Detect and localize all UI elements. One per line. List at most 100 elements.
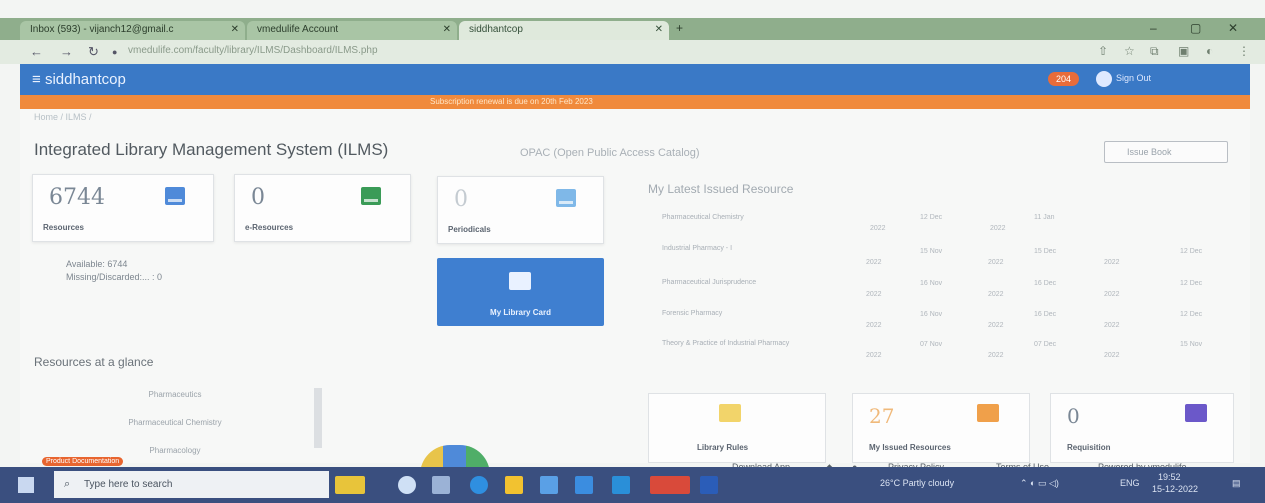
maximize-icon[interactable]: ▢ [1190,21,1201,35]
tab-inbox[interactable]: Inbox (593) - vijanch12@gmail.c ✕ [20,21,245,40]
return-year: 2022 [1104,352,1120,359]
return-date: 12 Dec [1180,280,1203,287]
resources-label: Resources [43,223,84,232]
clock-date[interactable]: 15-12-2022 [1152,484,1198,494]
task-view-icon[interactable] [432,476,450,494]
issued-icon [977,404,999,422]
sign-out-link[interactable]: Sign Out [1116,73,1151,83]
issued-count: 27 [869,404,895,428]
due-year: 2022 [988,259,1004,266]
address-bar: ← → ↻ ● vmedulife.com/faculty/library/IL… [0,40,1265,64]
glance-item[interactable]: Pharmaceutical Chemistry [100,418,250,427]
windows-icon[interactable] [18,477,34,493]
store-icon[interactable] [540,476,558,494]
due-date: 11 Jan [1034,214,1055,221]
issue-year: 2022 [866,322,882,329]
due-year: 2022 [990,225,1006,232]
cortana-icon[interactable] [398,476,416,494]
product-documentation-tag[interactable]: Product Documentation [42,457,124,466]
issue-year: 2022 [866,352,882,359]
resource-name[interactable]: Pharmaceutical Chemistry [662,214,744,221]
opac-link[interactable]: OPAC (Open Public Access Catalog) [520,147,700,159]
library-rules-card[interactable]: Library Rules [648,393,826,463]
weather-status[interactable]: 26°C Partly cloudy [880,478,954,488]
issue-year: 2022 [870,225,886,232]
url-field[interactable]: vmedulife.com/faculty/library/ILMS/Dashb… [128,45,378,56]
close-icon[interactable]: ✕ [443,24,451,35]
breadcrumb[interactable]: Home / ILMS / [34,112,92,122]
issued-label: My Issued Resources [869,443,951,452]
share-icon[interactable]: ⇧ [1098,44,1108,58]
forward-icon[interactable]: → [60,44,73,59]
star-icon[interactable]: ☆ [1124,44,1135,58]
ebook-icon [361,187,381,205]
resource-name[interactable]: Industrial Pharmacy - I [662,245,732,252]
lock-icon: ● [112,47,118,57]
app-icon[interactable] [612,476,630,494]
journal-icon [556,189,576,207]
avatar[interactable] [1096,71,1112,87]
sidebar-icon[interactable]: ▣ [1178,44,1189,58]
taskbar: ⌕ Type here to search 26°C Partly cloudy… [0,467,1265,503]
due-date: 07 Dec [1034,341,1057,348]
issue-date: 15 Nov [920,248,943,255]
taskbar-search[interactable]: ⌕ Type here to search [54,471,329,498]
page-title: Integrated Library Management System (IL… [34,140,389,159]
periodicals-count: 0 [454,187,468,212]
resources-card[interactable]: 6744 Resources [32,174,214,242]
scrollbar[interactable] [314,388,322,448]
screen: Inbox (593) - vijanch12@gmail.c ✕ vmedul… [0,0,1265,503]
available-count: Available: 6744 [66,259,128,269]
word-icon[interactable] [700,476,718,494]
issue-book-button[interactable]: Issue Book [1104,141,1228,163]
due-year: 2022 [988,352,1004,359]
glance-item[interactable]: Pharmaceutics [100,390,250,399]
issue-year: 2022 [866,259,882,266]
return-year: 2022 [1104,291,1120,298]
reload-icon[interactable]: ↻ [88,44,99,60]
return-year: 2022 [1104,322,1120,329]
glance-item[interactable]: Pharmacology [100,446,250,455]
mail-icon[interactable] [575,476,593,494]
periodicals-card[interactable]: 0 Periodicals [437,176,604,244]
profile-icon[interactable]: ◐ [1206,44,1213,58]
new-tab-icon[interactable]: + [676,21,683,35]
requisition-card[interactable]: 0 Requisition [1050,393,1234,463]
notification-badge[interactable]: 204 [1048,72,1080,86]
due-date: 16 Dec [1034,280,1057,287]
rules-icon [719,404,741,422]
resource-name[interactable]: Theory & Practice of Industrial Pharmacy [662,340,822,347]
tab-siddhantcop[interactable]: siddhantcop ✕ [459,21,669,40]
extension-icon[interactable]: ⧉ [1150,44,1159,59]
my-library-card-button[interactable]: My Library Card [437,258,604,326]
e-resources-card[interactable]: 0 e-Resources [234,174,411,242]
menu-icon[interactable]: ⋮ [1238,44,1250,58]
edge-icon[interactable] [470,476,488,494]
back-icon[interactable]: ← [30,44,43,59]
close-icon[interactable]: ✕ [655,24,663,35]
file-explorer-icon[interactable] [505,476,523,494]
language[interactable]: ENG [1120,478,1140,488]
minimize-icon[interactable]: – [1150,21,1157,35]
weather-widget-icon[interactable] [335,476,365,494]
resource-name[interactable]: Forensic Pharmacy [662,310,722,317]
notification-icon[interactable]: ▤ [1232,478,1241,489]
close-icon[interactable]: ✕ [231,24,239,35]
tab-label: siddhantcop [469,24,523,35]
close-window-icon[interactable]: ✕ [1228,21,1238,35]
search-placeholder: Type here to search [84,479,173,490]
chrome-icon[interactable] [650,476,690,494]
due-year: 2022 [988,291,1004,298]
requisition-icon [1185,404,1207,422]
periodicals-label: Periodicals [448,225,491,234]
e-resources-label: e-Resources [245,223,294,232]
my-issued-resources-card[interactable]: 27 My Issued Resources [852,393,1030,463]
hamburger-icon[interactable]: ≡ [32,71,41,88]
brand-name: siddhantcop [44,71,126,88]
app-brand[interactable]: ≡ siddhantcop [32,71,126,88]
tray-icons[interactable]: ⌃ ◐ ▭ ◁) [1020,478,1059,489]
book-icon [165,187,185,205]
clock-time[interactable]: 19:52 [1158,472,1181,482]
resource-name[interactable]: Pharmaceutical Jurisprudence [662,279,756,286]
tab-vmedulife-account[interactable]: vmedulife Account ✕ [247,21,457,40]
